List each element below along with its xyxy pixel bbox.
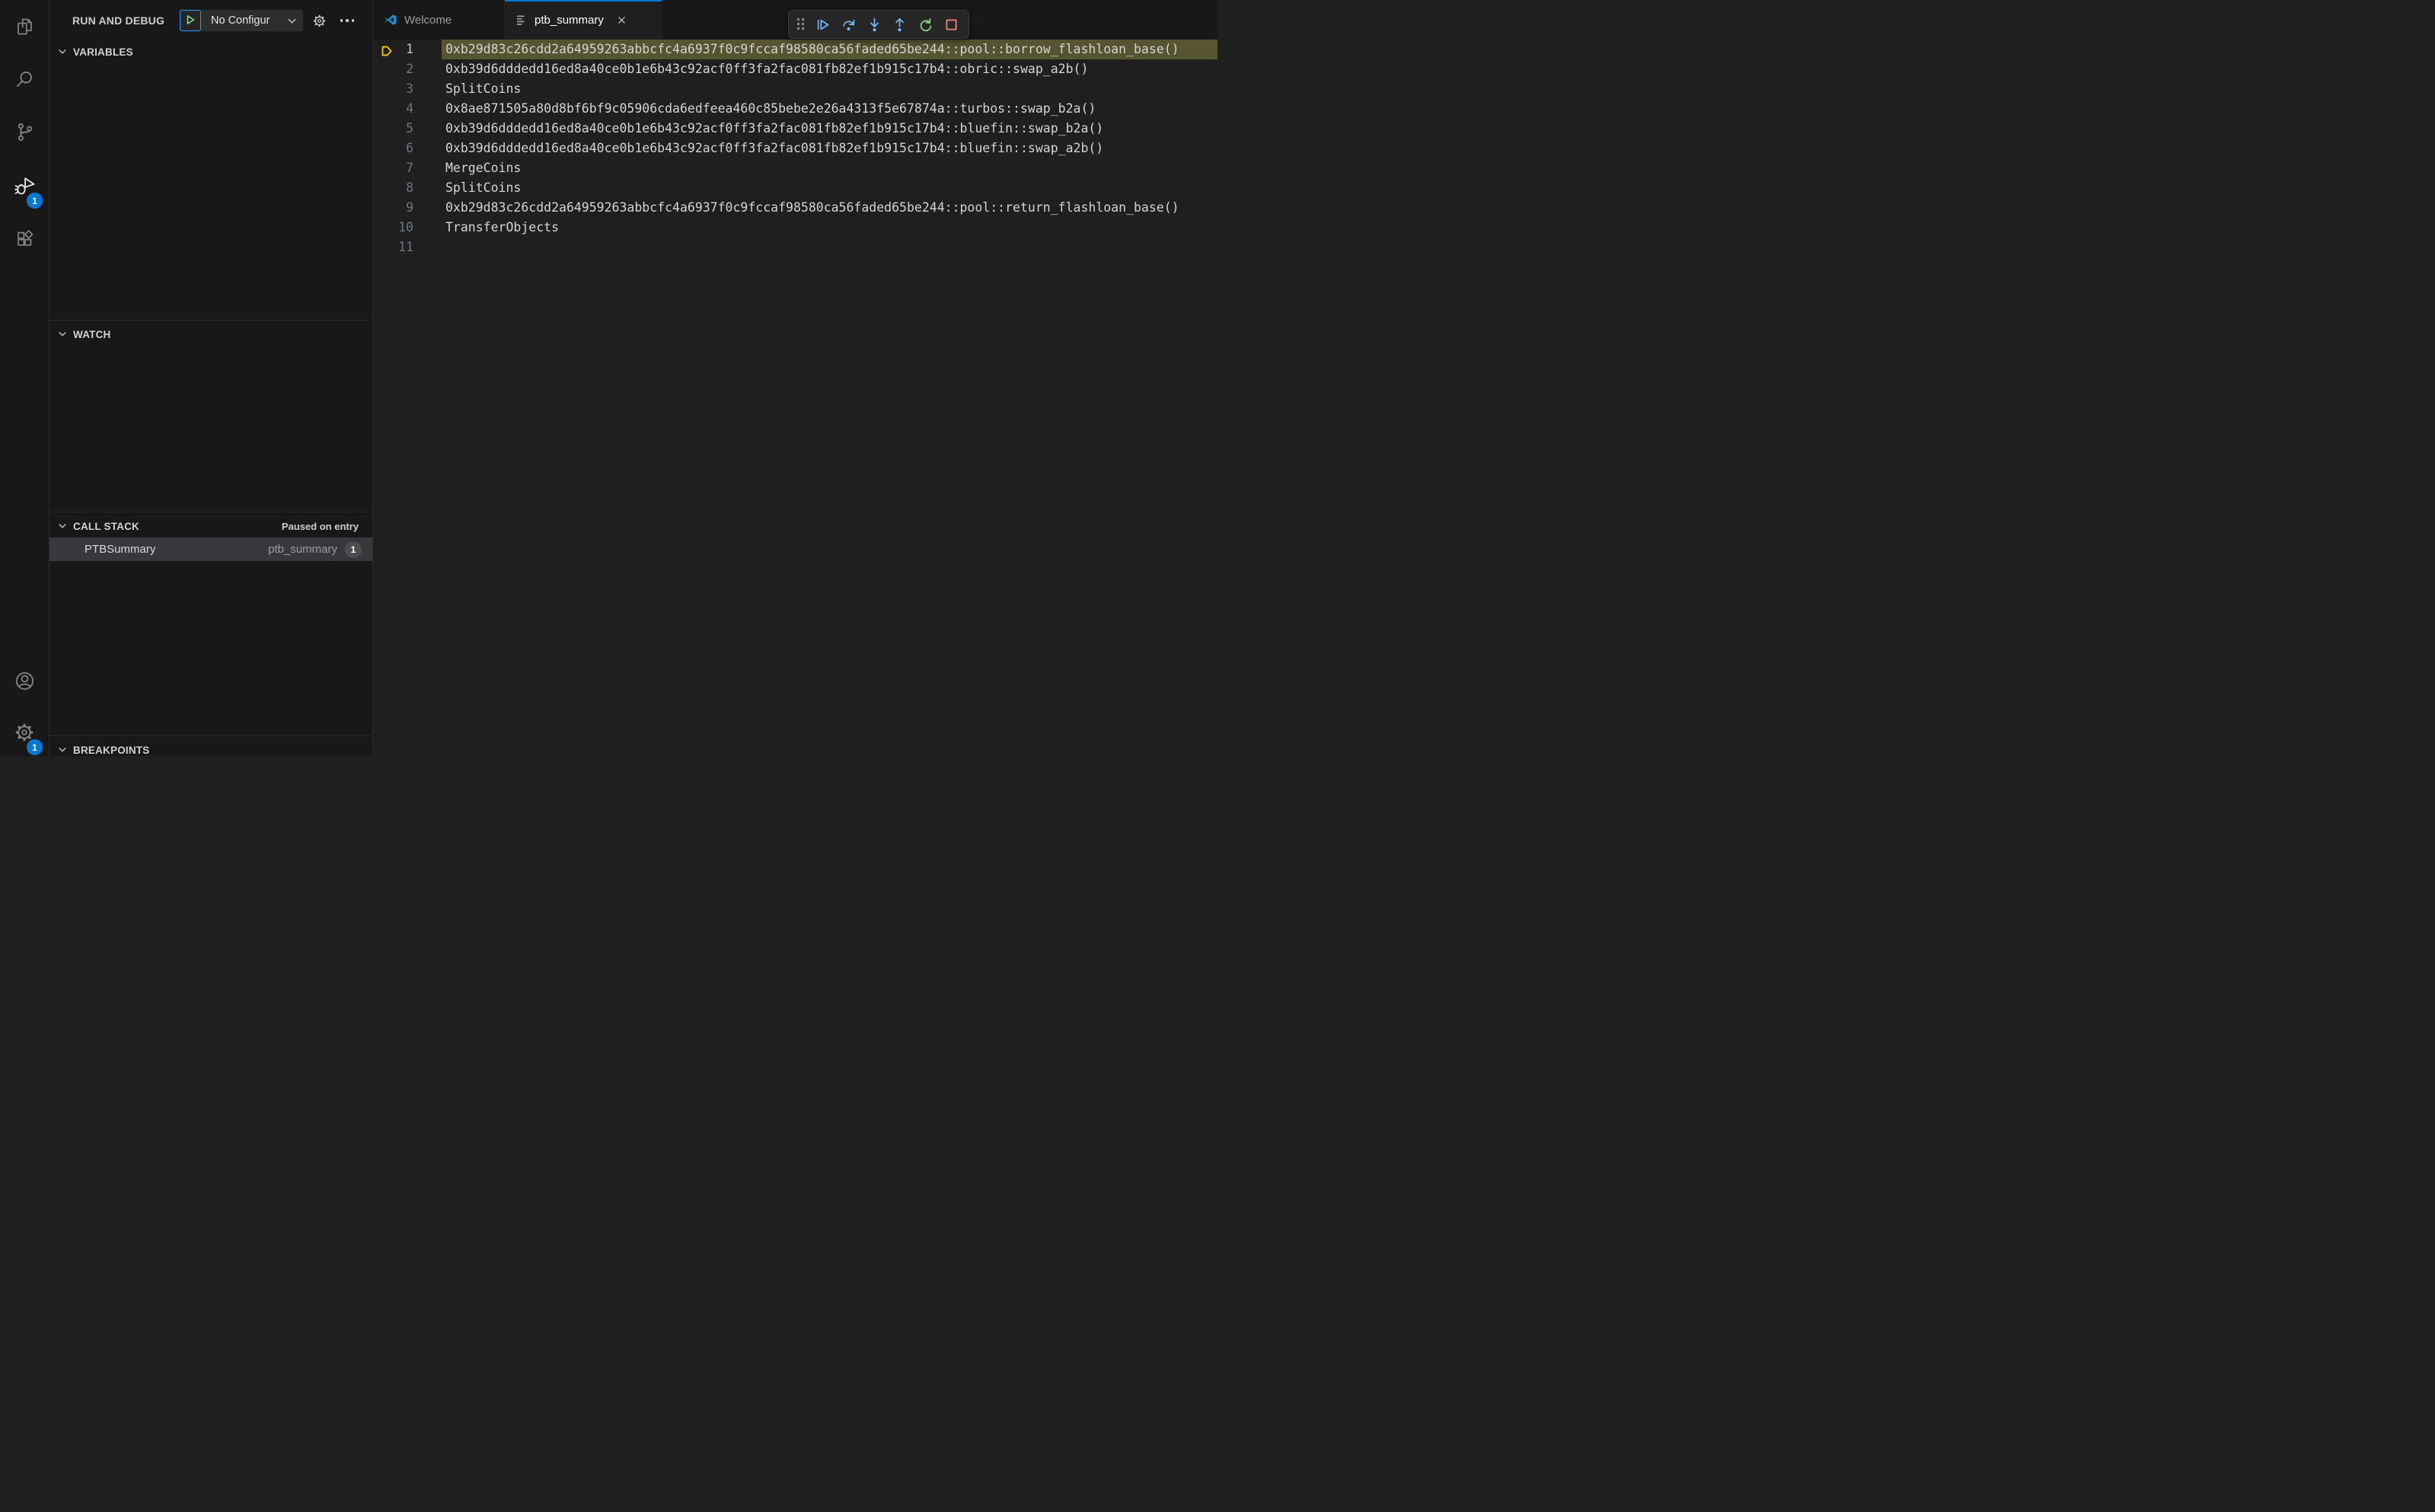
chevron-down-icon [57, 521, 68, 531]
close-icon[interactable] [614, 12, 630, 27]
search-icon [14, 69, 35, 90]
section-header-watch[interactable]: WATCH [49, 325, 372, 343]
line-number[interactable]: 7 [373, 158, 413, 178]
line-number[interactable]: 10 [373, 218, 413, 238]
files-icon [14, 16, 35, 37]
vscode-logo-icon [384, 13, 397, 27]
settings-update-badge: 1 [27, 739, 43, 755]
section-divider [49, 320, 372, 321]
chevron-down-icon [57, 745, 68, 755]
activity-item-search[interactable] [0, 55, 49, 104]
line-number[interactable]: 6 [373, 139, 413, 158]
line-number[interactable]: 2 [373, 59, 413, 79]
chevron-down-icon [57, 46, 68, 57]
code-text[interactable]: MergeCoins [442, 158, 1218, 178]
debug-config-selected-value: No Configur [211, 14, 270, 27]
activity-item-explorer[interactable] [0, 2, 49, 50]
stack-frame-badge: 1 [345, 541, 362, 558]
line-number[interactable]: 3 [373, 79, 413, 99]
section-divider [49, 735, 372, 736]
code-line-3[interactable]: 3 SplitCoins [373, 79, 1218, 99]
debug-step-over-button[interactable] [838, 13, 860, 36]
debug-step-into-button[interactable] [863, 13, 886, 36]
more-actions-icon[interactable] [336, 0, 359, 41]
line-number[interactable]: 8 [373, 178, 413, 198]
code-text[interactable]: 0xb39d6dddedd16ed8a40ce0b1e6b43c92acf0ff… [442, 139, 1218, 158]
code-text[interactable]: 0xb29d83c26cdd2a64959263abbcfc4a6937f0c9… [442, 198, 1218, 218]
sidebar-header: RUN AND DEBUG No Configur [49, 0, 372, 41]
settings-button[interactable]: 1 [0, 708, 49, 757]
file-list-icon [515, 14, 528, 26]
debug-gear-icon[interactable] [308, 0, 330, 41]
account-icon [14, 670, 36, 692]
activity-bar: 1 1 [0, 0, 49, 756]
tab-label: ptb_summary [535, 13, 604, 27]
section-header-call-stack[interactable]: CALL STACK Paused on entry [49, 517, 372, 535]
line-number[interactable]: 5 [373, 119, 413, 139]
code-line-7[interactable]: 7 MergeCoins [373, 158, 1218, 178]
sidebar-title: RUN AND DEBUG [72, 14, 165, 27]
debug-stop-button[interactable] [940, 13, 962, 36]
code-line-9[interactable]: 9 0xb29d83c26cdd2a64959263abbcfc4a6937f0… [373, 198, 1218, 218]
debug-running-badge: 1 [27, 193, 43, 209]
code-line-10[interactable]: 10 TransferObjects [373, 218, 1218, 238]
activity-item-source-control[interactable] [0, 107, 49, 156]
call-stack-frame-row[interactable]: PTBSummary ptb_summary 1 [49, 537, 372, 561]
code-line-11[interactable]: 11 [373, 238, 1218, 257]
line-number[interactable]: 1 [373, 40, 413, 59]
line-number[interactable]: 9 [373, 198, 413, 218]
code-line-1[interactable]: 1 0xb29d83c26cdd2a64959263abbcfc4a6937f0… [373, 40, 1218, 59]
accounts-button[interactable] [0, 656, 49, 705]
debug-pause-status: Paused on entry [281, 520, 359, 532]
play-icon [184, 14, 196, 28]
stack-frame-name: PTBSummary [85, 543, 156, 556]
activity-item-extensions[interactable] [0, 214, 49, 263]
section-header-breakpoints[interactable]: BREAKPOINTS [49, 741, 372, 759]
code-line-6[interactable]: 6 0xb39d6dddedd16ed8a40ce0b1e6b43c92acf0… [373, 139, 1218, 158]
tab-welcome[interactable]: Welcome [373, 0, 505, 40]
editor-area: Welcome ptb_summary 1 0xb29d83c26cdd2a64… [373, 0, 1218, 756]
tab-label: Welcome [404, 13, 452, 27]
code-text[interactable]: TransferObjects [442, 218, 1218, 238]
debug-config-dropdown[interactable]: No Configur [201, 10, 286, 31]
stack-frame-file: ptb_summary [268, 543, 337, 556]
tab-ptb-summary[interactable]: ptb_summary [505, 0, 662, 40]
vscode-window: 1 1 RUN AND DEBUG No Configur VARIABLES … [0, 0, 1218, 756]
code-text[interactable]: SplitCoins [442, 178, 1218, 198]
chevron-down-icon [57, 329, 68, 340]
drag-grip-icon[interactable] [795, 17, 807, 32]
section-label: CALL STACK [73, 520, 139, 532]
section-header-variables[interactable]: VARIABLES [49, 43, 372, 61]
code-text[interactable]: 0xb39d6dddedd16ed8a40ce0b1e6b43c92acf0ff… [442, 59, 1218, 79]
code-line-5[interactable]: 5 0xb39d6dddedd16ed8a40ce0b1e6b43c92acf0… [373, 119, 1218, 139]
section-label: BREAKPOINTS [73, 744, 150, 756]
code-text[interactable]: SplitCoins [442, 79, 1218, 99]
git-branch-icon [14, 122, 35, 142]
debug-step-out-button[interactable] [889, 13, 911, 36]
code-line-4[interactable]: 4 0x8ae871505a80d8bf6bf9c05906cda6edfeea… [373, 99, 1218, 119]
run-and-debug-sidebar: RUN AND DEBUG No Configur VARIABLES WATC… [49, 0, 373, 756]
line-number[interactable]: 4 [373, 99, 413, 119]
activity-item-run-and-debug[interactable]: 1 [0, 161, 49, 210]
code-line-8[interactable]: 8 SplitCoins [373, 178, 1218, 198]
section-label: VARIABLES [73, 46, 133, 58]
code-text[interactable]: 0xb29d83c26cdd2a64959263abbcfc4a6937f0c9… [442, 40, 1218, 59]
code-line-2[interactable]: 2 0xb39d6dddedd16ed8a40ce0b1e6b43c92acf0… [373, 59, 1218, 79]
debug-continue-button[interactable] [812, 13, 835, 36]
code-text[interactable]: 0x8ae871505a80d8bf6bf9c05906cda6edfeea46… [442, 99, 1218, 119]
extensions-icon [14, 228, 35, 249]
section-label: WATCH [73, 328, 111, 340]
start-debugging-button[interactable] [180, 10, 201, 31]
debug-restart-button[interactable] [914, 13, 937, 36]
debug-toolbar [788, 10, 969, 39]
debug-launch-control: No Configur [180, 10, 303, 31]
code-editor[interactable]: 1 0xb29d83c26cdd2a64959263abbcfc4a6937f0… [373, 40, 1218, 756]
chevron-down-icon[interactable] [286, 10, 303, 31]
code-text[interactable]: 0xb39d6dddedd16ed8a40ce0b1e6b43c92acf0ff… [442, 119, 1218, 139]
line-number[interactable]: 11 [373, 238, 413, 257]
